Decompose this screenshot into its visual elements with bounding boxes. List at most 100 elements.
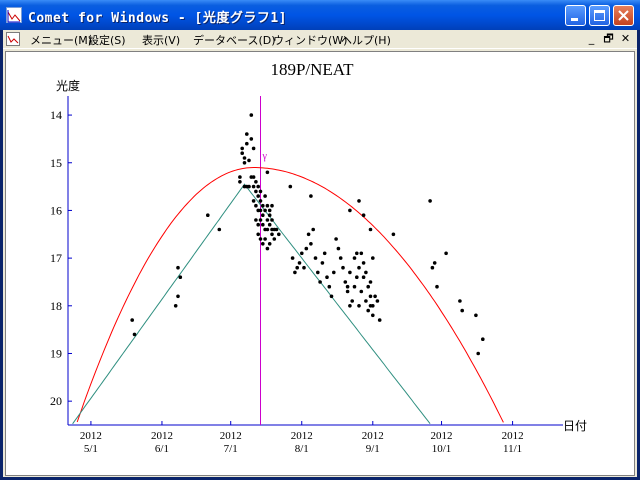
data-point <box>254 203 258 208</box>
data-point <box>302 265 306 270</box>
data-point <box>444 251 448 256</box>
data-point <box>325 275 329 279</box>
data-point <box>242 156 247 160</box>
data-point <box>176 265 180 270</box>
graph-area: 189P/NEAT 光度 日付 14 15 16 17 18 19 20 2012 5/1 201… <box>5 51 635 476</box>
marker-label: γ <box>262 151 268 162</box>
menu-item-help[interactable]: ヘルプ(H) <box>341 32 391 48</box>
data-point <box>249 113 254 117</box>
mdi-restore-button[interactable]: 🗗 <box>601 32 616 46</box>
data-point <box>240 151 244 155</box>
data-point <box>357 265 361 270</box>
data-point <box>265 227 270 232</box>
data-point <box>258 199 263 203</box>
document-icon[interactable] <box>6 32 20 46</box>
app-icon[interactable] <box>6 7 22 23</box>
data-point <box>267 222 272 227</box>
data-point <box>261 222 265 227</box>
x-tick-year: 2012 <box>431 430 453 442</box>
data-point <box>430 265 435 270</box>
data-point <box>217 227 222 232</box>
data-point <box>256 184 260 189</box>
data-point <box>364 299 368 303</box>
x-tick-label: 7/1 <box>224 443 238 455</box>
data-point <box>311 227 316 232</box>
data-point <box>327 284 332 289</box>
data-point <box>242 161 247 165</box>
data-point <box>348 304 352 308</box>
data-point <box>357 304 361 308</box>
y-tick-label: 19 <box>50 346 62 360</box>
data-point <box>474 313 478 318</box>
mdi-close-button[interactable]: ✕ <box>618 32 633 46</box>
data-point <box>357 199 361 203</box>
data-point <box>428 199 432 203</box>
minimize-button[interactable] <box>565 5 586 26</box>
data-point <box>373 294 377 299</box>
chart-title: 189P/NEAT <box>270 60 354 79</box>
data-point <box>300 251 304 256</box>
data-point <box>258 208 263 213</box>
y-tick-label: 17 <box>50 251 62 265</box>
data-point <box>329 294 334 299</box>
data-point <box>366 308 371 313</box>
menu-item-database[interactable]: データベース(D) <box>193 32 276 48</box>
data-point <box>263 208 267 213</box>
data-point <box>320 261 325 265</box>
data-point <box>267 242 272 246</box>
menu-item-window[interactable]: ウィンドウ(W) <box>273 32 347 48</box>
data-point <box>290 256 295 260</box>
maximize-button[interactable] <box>589 5 610 26</box>
menu-bar: メニュー(M) 設定(S) 表示(V) データベース(D) ウィンドウ(W) ヘ… <box>3 30 637 49</box>
data-point <box>361 275 366 279</box>
data-point <box>377 318 382 322</box>
data-point <box>352 256 357 260</box>
x-tick-year: 2012 <box>362 430 384 442</box>
data-point <box>261 203 265 208</box>
y-axis-label: 光度 <box>56 78 80 93</box>
data-point <box>361 213 366 217</box>
menu-item-menu[interactable]: メニュー(M) <box>30 32 92 48</box>
x-tick-label: 5/1 <box>84 443 98 455</box>
data-point <box>332 270 336 275</box>
data-point <box>355 275 359 279</box>
data-point <box>341 265 345 270</box>
data-point <box>345 284 350 289</box>
close-button[interactable] <box>613 5 634 26</box>
data-points <box>130 113 485 356</box>
data-point <box>313 256 318 260</box>
data-point <box>306 232 311 237</box>
data-point <box>258 189 263 194</box>
window-frame: メニュー(M) 設定(S) 表示(V) データベース(D) ウィンドウ(W) ヘ… <box>3 30 637 477</box>
menu-item-settings[interactable]: 設定(S) <box>88 32 126 48</box>
data-point <box>460 308 465 313</box>
data-point <box>238 180 242 184</box>
curves: γ <box>72 96 504 425</box>
data-point <box>265 170 270 175</box>
data-point <box>359 289 364 294</box>
data-point <box>240 146 244 151</box>
data-point <box>263 237 267 241</box>
x-tick-year: 2012 <box>151 430 173 442</box>
data-point <box>293 270 297 275</box>
data-point <box>256 222 260 227</box>
teal-fit-curve <box>72 183 431 425</box>
data-point <box>261 242 265 246</box>
data-point <box>272 237 277 241</box>
title-bar[interactable]: Comet for Windows - [光度グラフ1] <box>0 0 640 30</box>
data-point <box>350 299 355 303</box>
data-point <box>322 251 327 256</box>
data-point <box>371 313 375 318</box>
data-point <box>371 256 375 260</box>
x-tick-year: 2012 <box>502 430 524 442</box>
data-point <box>366 284 371 289</box>
data-point <box>256 194 260 198</box>
data-point <box>316 270 320 275</box>
menu-item-view[interactable]: 表示(V) <box>142 32 180 48</box>
data-point <box>176 294 180 299</box>
data-point <box>206 213 210 217</box>
data-point <box>334 237 338 241</box>
red-fit-curve <box>76 167 504 423</box>
mdi-minimize-button[interactable]: _ <box>584 32 599 46</box>
data-point <box>368 294 373 299</box>
